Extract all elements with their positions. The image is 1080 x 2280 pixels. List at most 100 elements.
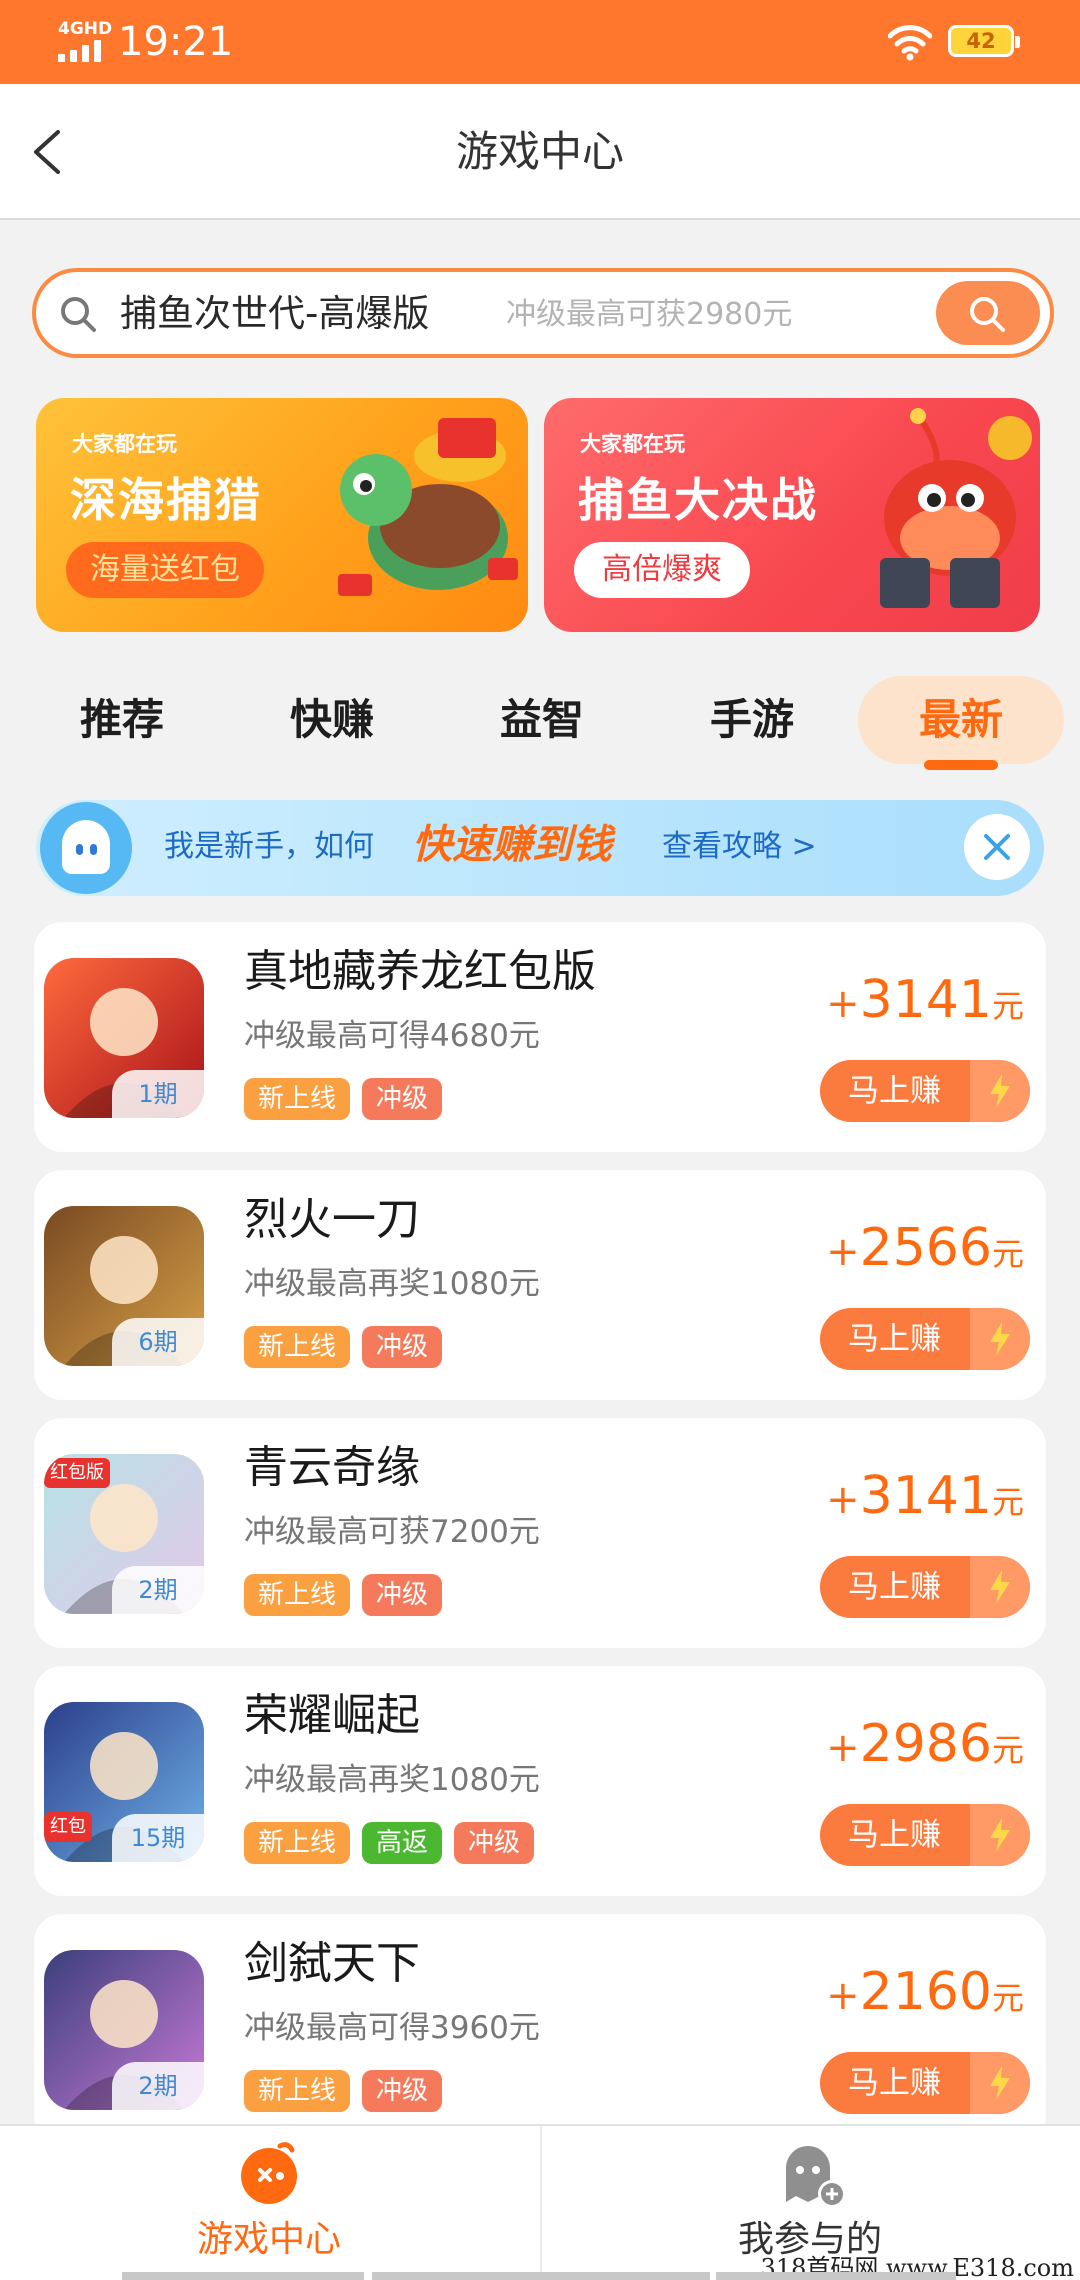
game-card[interactable]: 2期 剑弑天下冲级最高可得3960元新上线 冲级 +2160元马上赚 [34,1914,1046,2144]
close-icon [984,834,1010,860]
earn-button-label: 马上赚 [848,2065,941,2101]
status-bar: 4GHD 19:21 42 [0,0,1080,84]
lightning-icon [970,1804,1030,1866]
game-name: 剑弑天下 [244,1938,420,1989]
period-badge: 15期 [112,1814,204,1862]
search-featured-game[interactable]: 捕鱼次世代-高爆版 [120,286,429,342]
game-tag: 冲级 [362,1574,443,1616]
home-indicator [122,2272,364,2280]
search-button-icon [970,297,1005,332]
reward-unit: 元 [991,987,1024,1025]
game-tag: 冲级 [362,2070,443,2112]
game-name: 烈火一刀 [244,1194,420,1245]
reward-plus: + [826,981,860,1027]
tab-mobile-games[interactable]: 手游 [652,676,852,764]
game-description: 冲级最高再奖1080元 [244,1762,540,1798]
game-tags: 新上线 冲级 [244,2070,443,2112]
signal-icon [58,40,104,62]
lightning-icon [970,1308,1030,1370]
banner-title: 深海捕猎 [70,473,262,527]
game-card[interactable]: 1期 真地藏养龙红包版冲级最高可得4680元新上线 冲级 +3141元马上赚 [34,922,1046,1152]
tab-newest[interactable]: 最新 [858,676,1064,764]
guide-text-prefix: 我是新手，如何 [164,829,374,864]
thumb-badge: 红包 [44,1812,92,1842]
reward-amount: +2160元 [826,1960,1024,2036]
tab-puzzle[interactable]: 益智 [442,676,642,764]
earn-now-button[interactable]: 马上赚 [820,1060,1030,1122]
close-guide-button[interactable] [964,814,1030,880]
clock: 19:21 [118,19,234,65]
banner-title: 捕鱼大决战 [578,473,818,527]
banner-subtitle: 大家都在玩 [580,432,685,456]
banner-fishing-battle[interactable]: 大家都在玩 捕鱼大决战 高倍爆爽 [544,398,1040,632]
banner-deep-sea-hunt[interactable]: 大家都在玩 深海捕猎 海量送红包 [36,398,528,632]
reward-value: 2160 [859,1962,992,2022]
game-card[interactable]: 6期 烈火一刀 冲级最高再奖1080元 新上线 冲级 +2566元 马上赚 [34,1170,1046,1400]
earn-now-button[interactable]: 马上赚 [820,1556,1030,1618]
game-name: 真地藏养龙红包版 [244,946,596,997]
guide-text-highlight: 快速赚到钱 [412,822,612,868]
turtle-mascot-icon [338,418,518,596]
lightning-icon [970,1060,1030,1122]
game-tag: 高返 [362,1822,443,1864]
lightning-icon [970,1556,1030,1618]
reward-plus: + [826,1725,860,1771]
game-thumbnail: 6期 [44,1206,204,1366]
game-tags: 新上线 高返 冲级 [244,1822,535,1864]
search-placeholder: 冲级最高可获2980元 [506,297,793,332]
period-badge: 2期 [112,1566,204,1614]
banner-pill: 海量送红包 [66,542,264,598]
reward-amount: +3141元 [826,1464,1024,1540]
category-tabs: 推荐 快赚 益智 手游 最新 [0,676,1080,776]
thumb-badge: 红包版 [44,1458,110,1488]
reward-value: 3141 [859,970,992,1030]
game-tag: 新上线 [244,1574,351,1616]
reward-plus: + [826,1477,860,1523]
earn-button-label: 马上赚 [848,1073,941,1109]
game-controller-icon [241,2142,297,2204]
game-thumbnail: 1期 [44,958,204,1118]
battery-indicator: 42 [948,25,1020,57]
reward-value: 3141 [859,1466,992,1526]
reward-plus: + [826,1973,860,2019]
earn-button-label: 马上赚 [848,1817,941,1853]
game-tag: 新上线 [244,1078,351,1120]
game-card[interactable]: 红包 15期 荣耀崛起 冲级最高再奖1080元 新上线 高返 冲级 +2986元 马上赚 [34,1666,1046,1896]
reward-amount: +2986元 [826,1712,1024,1788]
game-name: 青云奇缘 [244,1442,420,1493]
search-bar[interactable]: 捕鱼次世代-高爆版 冲级最高可获2980元 [32,268,1054,358]
search-button[interactable] [936,281,1040,345]
game-tag: 冲级 [362,1078,443,1120]
reward-amount: +2566元 [826,1216,1024,1292]
reward-unit: 元 [991,1483,1024,1521]
guide-link[interactable]: 查看攻略 > [662,822,817,872]
game-thumbnail: 红包版 2期 [44,1454,204,1614]
earn-now-button[interactable]: 马上赚 [820,2052,1030,2114]
game-tag: 冲级 [362,1326,443,1368]
game-tag: 新上线 [244,1326,351,1368]
game-description: 冲级最高可得4680元 [244,1018,540,1054]
game-thumbnail: 2期 [44,1950,204,2110]
period-badge: 1期 [112,1070,204,1118]
reward-value: 2566 [859,1218,992,1278]
period-badge: 6期 [112,1318,204,1366]
banner-pill: 高倍爆爽 [574,542,750,598]
active-tab-indicator [924,760,998,770]
game-tags: 新上线 冲级 [244,1078,443,1120]
game-tag: 新上线 [244,2070,351,2112]
game-tags: 新上线 冲级 [244,1574,443,1616]
tab-quick-earn[interactable]: 快赚 [232,676,432,764]
newbie-guide-banner[interactable]: 我是新手，如何 快速赚到钱 查看攻略 > [36,800,1044,896]
home-indicator [372,2272,710,2280]
game-description: 冲级最高可得3960元 [244,2010,540,2046]
fish-monster-icon [880,408,1032,608]
game-card[interactable]: 红包版 2期 青云奇缘冲级最高可获7200元新上线 冲级 +3141元马上赚 [34,1418,1046,1648]
tab-recommended[interactable]: 推荐 [22,676,222,764]
earn-now-button[interactable]: 马上赚 [820,1308,1030,1370]
earn-button-label: 马上赚 [848,1569,941,1605]
nav-game-center[interactable]: 游戏中心 [0,2126,538,2276]
home-indicator [716,2272,956,2280]
game-description: 冲级最高可获7200元 [244,1514,540,1550]
earn-now-button[interactable]: 马上赚 [820,1804,1030,1866]
period-badge: 2期 [112,2062,204,2110]
